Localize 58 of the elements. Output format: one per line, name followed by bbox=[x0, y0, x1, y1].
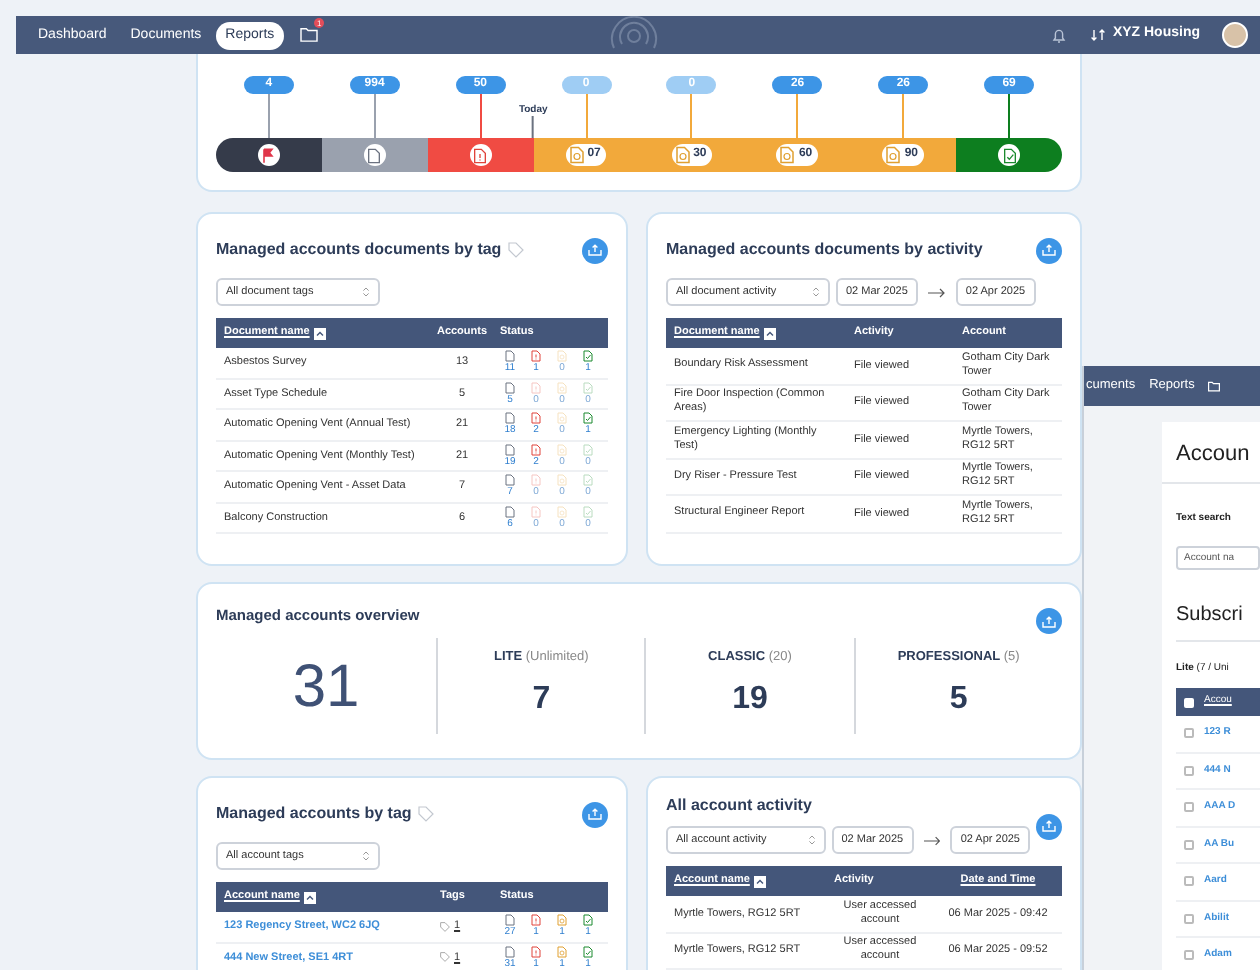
right-arrow-icon bbox=[923, 835, 941, 845]
card-title: All account activity bbox=[666, 794, 812, 818]
sort-icon[interactable] bbox=[763, 327, 776, 339]
export-button[interactable] bbox=[582, 237, 608, 263]
card-title: Managed accounts documents by tag bbox=[216, 238, 502, 262]
chevrons-icon bbox=[807, 834, 816, 846]
row-checkbox[interactable] bbox=[1184, 802, 1194, 813]
clock-document-icon bbox=[567, 146, 586, 164]
right-arrow-icon bbox=[927, 287, 946, 297]
export-button[interactable] bbox=[1036, 237, 1062, 263]
tag-icon bbox=[507, 242, 524, 258]
row-checkbox[interactable] bbox=[1184, 950, 1194, 961]
tier-count: 7 bbox=[532, 679, 551, 720]
export-button[interactable] bbox=[1036, 813, 1062, 839]
sort-icon[interactable] bbox=[303, 891, 316, 903]
row-checkbox[interactable] bbox=[1184, 876, 1194, 887]
section-title: Subscri bbox=[1176, 603, 1245, 627]
chevrons-icon bbox=[812, 286, 820, 298]
tier-count: 19 bbox=[732, 679, 768, 720]
clock-document-icon bbox=[884, 146, 903, 164]
folder-icon[interactable] bbox=[1208, 380, 1221, 392]
avatar[interactable] bbox=[1222, 22, 1248, 48]
row-checkbox[interactable] bbox=[1184, 839, 1194, 850]
tag-icon bbox=[440, 921, 450, 932]
clock-document-icon bbox=[673, 146, 692, 164]
chevrons-icon bbox=[362, 850, 370, 862]
page-title: Accoun bbox=[1176, 440, 1252, 468]
document-icon bbox=[366, 147, 383, 163]
timeline-segment[interactable] bbox=[956, 138, 1062, 172]
tier-count: 5 bbox=[949, 679, 968, 720]
card-title: Managed accounts by tag bbox=[216, 802, 412, 826]
folder-icon[interactable] bbox=[300, 26, 319, 42]
export-button[interactable] bbox=[582, 801, 608, 827]
chevrons-icon bbox=[362, 286, 370, 298]
export-button[interactable] bbox=[1036, 608, 1062, 634]
checked-document-icon bbox=[1001, 147, 1018, 163]
row-checkbox[interactable] bbox=[1184, 765, 1194, 776]
flag-icon bbox=[260, 147, 277, 163]
export-icon bbox=[588, 808, 602, 820]
timeline-segment[interactable] bbox=[321, 138, 428, 172]
select-all-checkbox[interactable] bbox=[1184, 697, 1194, 707]
card-title: Managed accounts documents by activity bbox=[666, 238, 983, 262]
row-checkbox[interactable] bbox=[1184, 913, 1194, 924]
switch-arrows-icon[interactable] bbox=[1090, 28, 1107, 42]
tag-icon bbox=[440, 952, 450, 963]
export-icon bbox=[1042, 615, 1056, 627]
sort-icon[interactable] bbox=[313, 327, 326, 339]
export-icon bbox=[588, 244, 602, 256]
clock-document-icon bbox=[778, 146, 797, 164]
bell-icon[interactable] bbox=[1052, 27, 1067, 43]
export-icon bbox=[1042, 244, 1056, 256]
sort-icon[interactable] bbox=[753, 875, 766, 887]
row-checkbox[interactable] bbox=[1184, 728, 1194, 739]
export-icon bbox=[1042, 820, 1056, 832]
timeline-segment[interactable] bbox=[216, 138, 322, 172]
overdue-document-icon bbox=[472, 147, 489, 163]
total-count: 31 bbox=[290, 651, 362, 723]
tag-icon bbox=[417, 806, 434, 822]
